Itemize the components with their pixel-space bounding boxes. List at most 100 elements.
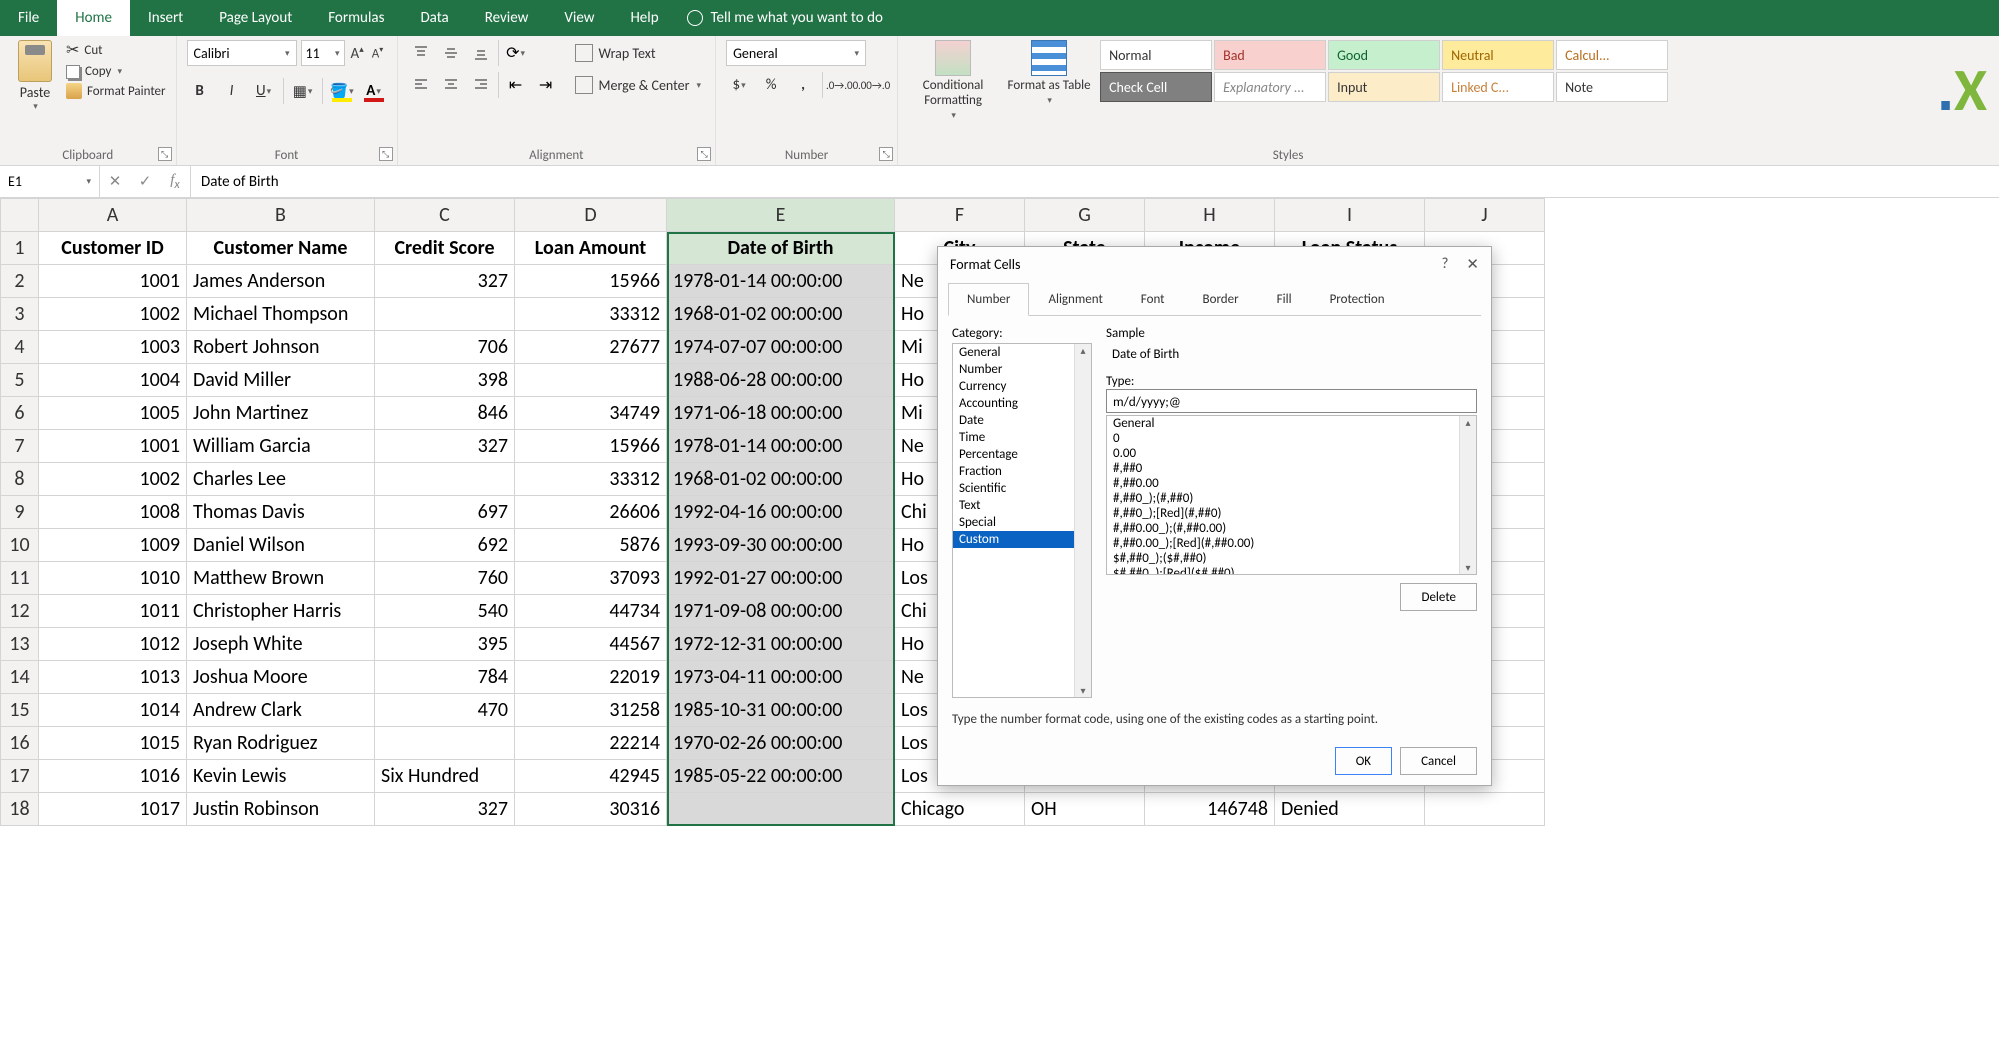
style-cell[interactable]: Note [1556, 72, 1668, 102]
row-header[interactable]: 11 [1, 562, 39, 595]
ribbon-tab-data[interactable]: Data [402, 0, 466, 36]
number-format-select[interactable]: General▾ [726, 40, 866, 66]
cell[interactable]: Ryan Rodriguez [187, 727, 375, 760]
cell[interactable] [375, 463, 515, 496]
style-cell[interactable]: Check Cell [1100, 72, 1212, 102]
cell[interactable] [515, 364, 667, 397]
cell-styles-gallery[interactable]: NormalBadGoodNeutralCalcul...Check CellE… [1100, 40, 1668, 102]
align-left-button[interactable] [408, 72, 434, 98]
row-header[interactable]: 6 [1, 397, 39, 430]
paste-button[interactable]: Paste ▾ [10, 40, 60, 112]
decrease-font-icon[interactable]: A▾ [370, 45, 386, 61]
cell[interactable]: 1992-01-27 00:00:00 [667, 562, 895, 595]
style-cell[interactable]: Good [1328, 40, 1440, 70]
cell[interactable]: 1968-01-02 00:00:00 [667, 463, 895, 496]
cell[interactable]: 1970-02-26 00:00:00 [667, 727, 895, 760]
conditional-formatting-button[interactable]: Conditional Formatting▾ [908, 40, 998, 121]
copy-button[interactable]: Copy▾ [66, 64, 166, 79]
cell[interactable]: 1974-07-07 00:00:00 [667, 331, 895, 364]
type-item[interactable]: 0 [1107, 431, 1476, 446]
table-header-cell[interactable]: Customer ID [39, 232, 187, 265]
increase-font-icon[interactable]: A▴ [349, 44, 366, 63]
type-item[interactable]: 0.00 [1107, 446, 1476, 461]
column-header[interactable]: G [1025, 199, 1145, 232]
bold-button[interactable]: B [187, 78, 213, 104]
cell[interactable]: 146748 [1145, 793, 1275, 826]
cell[interactable]: 27677 [515, 331, 667, 364]
column-header[interactable]: C [375, 199, 515, 232]
column-header[interactable]: J [1425, 199, 1545, 232]
decrease-decimal-button[interactable]: .00→.0 [861, 72, 887, 98]
cell[interactable]: 1017 [39, 793, 187, 826]
dialog-launcher-icon[interactable]: ⤡ [697, 147, 711, 161]
cancel-button[interactable]: Cancel [1400, 747, 1477, 775]
wrap-text-button[interactable]: Wrap Text [571, 40, 706, 66]
cell[interactable]: 15966 [515, 265, 667, 298]
cell[interactable]: Joshua Moore [187, 661, 375, 694]
orientation-button[interactable]: ⟳▾ [503, 40, 529, 66]
cell[interactable]: Joseph White [187, 628, 375, 661]
row-header[interactable]: 2 [1, 265, 39, 298]
font-name-select[interactable]: Calibri▾ [187, 40, 297, 66]
dialog-tab-border[interactable]: Border [1184, 283, 1258, 316]
align-center-button[interactable] [438, 72, 464, 98]
row-header[interactable]: 18 [1, 793, 39, 826]
ribbon-tab-file[interactable]: File [0, 0, 57, 36]
fill-color-button[interactable]: 🪣▾ [329, 78, 355, 104]
category-item[interactable]: Text [953, 497, 1091, 514]
cell[interactable]: 697 [375, 496, 515, 529]
dialog-launcher-icon[interactable]: ⤡ [158, 147, 172, 161]
cell[interactable]: 1001 [39, 430, 187, 463]
align-middle-button[interactable] [438, 40, 464, 66]
cell[interactable]: 706 [375, 331, 515, 364]
cell[interactable]: 1012 [39, 628, 187, 661]
cell[interactable]: 33312 [515, 298, 667, 331]
ribbon-tab-review[interactable]: Review [467, 0, 547, 36]
cell[interactable]: 15966 [515, 430, 667, 463]
cell[interactable]: 398 [375, 364, 515, 397]
cut-button[interactable]: ✂Cut [66, 40, 166, 60]
align-bottom-button[interactable] [468, 40, 494, 66]
ribbon-tab-home[interactable]: Home [57, 0, 130, 36]
align-top-button[interactable] [408, 40, 434, 66]
cell[interactable]: 1009 [39, 529, 187, 562]
cell[interactable]: 327 [375, 793, 515, 826]
dialog-launcher-icon[interactable]: ⤡ [879, 147, 893, 161]
cell[interactable]: 1014 [39, 694, 187, 727]
category-item[interactable]: Scientific [953, 480, 1091, 497]
cell[interactable]: Andrew Clark [187, 694, 375, 727]
row-header[interactable]: 1 [1, 232, 39, 265]
cell[interactable] [667, 793, 895, 826]
category-item[interactable]: Special [953, 514, 1091, 531]
cell[interactable]: 692 [375, 529, 515, 562]
category-item[interactable]: Date [953, 412, 1091, 429]
type-item[interactable]: #,##0.00 [1107, 476, 1476, 491]
row-header[interactable]: 15 [1, 694, 39, 727]
cell[interactable]: Daniel Wilson [187, 529, 375, 562]
cell[interactable]: David Miller [187, 364, 375, 397]
comma-button[interactable]: , [790, 72, 816, 98]
cell[interactable]: 44734 [515, 595, 667, 628]
cell[interactable]: Justin Robinson [187, 793, 375, 826]
increase-indent-button[interactable]: ⇥ [533, 72, 559, 98]
format-as-table-button[interactable]: Format as Table▾ [1004, 40, 1094, 106]
cell[interactable]: 1985-05-22 00:00:00 [667, 760, 895, 793]
cell[interactable]: 26606 [515, 496, 667, 529]
category-item[interactable]: Percentage [953, 446, 1091, 463]
dialog-tab-alignment[interactable]: Alignment [1029, 283, 1121, 316]
cell[interactable]: 1013 [39, 661, 187, 694]
merge-center-button[interactable]: Merge & Center▾ [571, 72, 706, 98]
cell[interactable]: Kevin Lewis [187, 760, 375, 793]
style-cell[interactable]: Linked C... [1442, 72, 1554, 102]
scrollbar[interactable]: ▴▾ [1074, 344, 1091, 697]
increase-decimal-button[interactable]: .0→.00 [829, 72, 855, 98]
row-header[interactable]: 9 [1, 496, 39, 529]
type-item[interactable]: #,##0.00_);[Red](#,##0.00) [1107, 536, 1476, 551]
cell[interactable]: 784 [375, 661, 515, 694]
style-cell[interactable]: Explanatory ... [1214, 72, 1326, 102]
row-header[interactable]: 5 [1, 364, 39, 397]
cell[interactable]: 22214 [515, 727, 667, 760]
cell[interactable]: 1973-04-11 00:00:00 [667, 661, 895, 694]
decrease-indent-button[interactable]: ⇤ [503, 72, 529, 98]
cell[interactable]: 470 [375, 694, 515, 727]
